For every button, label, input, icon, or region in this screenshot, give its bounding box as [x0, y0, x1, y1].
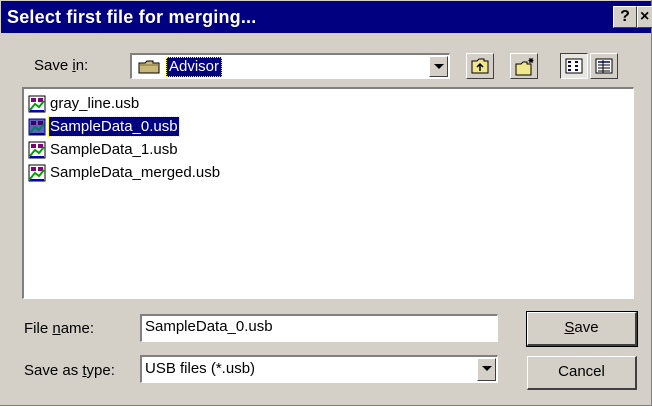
close-button[interactable]: × — [637, 6, 652, 28]
file-name: gray_line.usb — [50, 95, 140, 112]
create-new-folder-icon — [515, 58, 534, 76]
details-view-button[interactable] — [590, 53, 618, 79]
dialog-title: Select first file for merging... — [7, 7, 257, 27]
save-file-dialog: Select first file for merging... ? × Sav… — [0, 0, 652, 406]
usb-file-icon — [28, 164, 46, 182]
save-as-type-dropdown[interactable]: USB files (*.usb) — [140, 355, 498, 383]
up-one-level-icon — [471, 58, 489, 74]
save-in-label: Save in: — [34, 57, 89, 74]
file-name: SampleData_0.usb — [48, 116, 180, 137]
chevron-down-icon[interactable] — [477, 358, 496, 381]
save-as-type-label: Save as type: — [24, 362, 115, 379]
title-bar[interactable]: Select first file for merging... ? × — [1, 1, 652, 33]
usb-file-icon — [28, 141, 46, 159]
file-list[interactable]: gray_line.usb SampleData_0.usb SampleDat… — [22, 87, 634, 299]
file-name: SampleData_merged.usb — [50, 164, 221, 181]
up-one-level-button[interactable] — [466, 53, 494, 79]
list-view-icon — [565, 58, 583, 74]
save-as-type-value: USB files (*.usb) — [145, 360, 256, 377]
list-view-button[interactable] — [560, 53, 588, 79]
usb-file-icon — [28, 95, 46, 113]
usb-file-icon — [28, 118, 46, 136]
file-name-label: File name: — [24, 320, 95, 337]
save-in-dropdown[interactable]: Advisor — [130, 53, 450, 79]
file-name-field[interactable]: SampleData_0.usb — [140, 314, 498, 342]
create-new-folder-button[interactable] — [510, 53, 538, 79]
folder-icon — [138, 60, 160, 74]
save-in-value: Advisor — [166, 57, 223, 77]
help-button[interactable]: ? — [613, 6, 637, 28]
chevron-down-icon[interactable] — [429, 56, 448, 77]
cancel-button[interactable]: Cancel — [527, 356, 637, 390]
file-name: SampleData_1.usb — [50, 141, 178, 158]
save-button[interactable]: Save — [526, 311, 638, 347]
details-view-icon — [595, 58, 613, 74]
